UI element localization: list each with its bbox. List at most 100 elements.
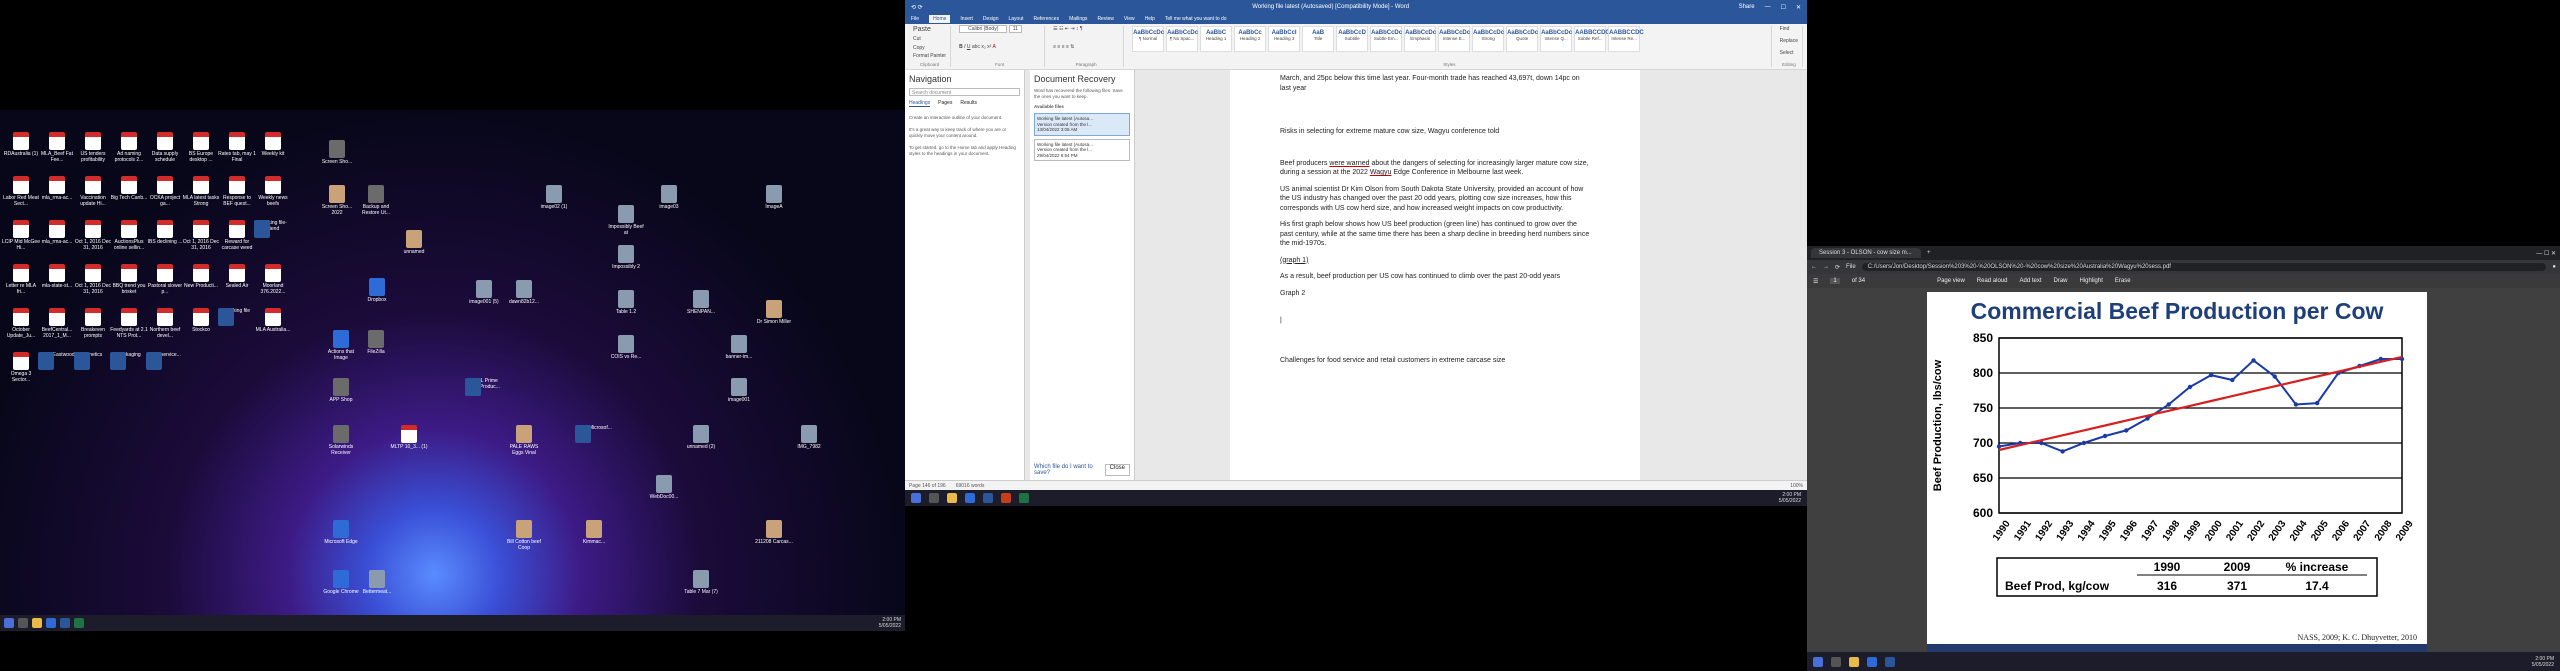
style-preset[interactable]: AaBbCc Heading 2: [1234, 26, 1267, 52]
paste-button[interactable]: Paste: [913, 26, 931, 33]
edge-icon[interactable]: [46, 618, 56, 628]
desktop-icon[interactable]: Backup and Restore Ut...: [357, 185, 395, 216]
desktop-icon[interactable]: Screen Sho...: [318, 140, 356, 165]
copy-button[interactable]: Copy: [913, 45, 946, 51]
desktop-icon[interactable]: Vaccination update Hi...: [74, 176, 112, 207]
desktop-icon[interactable]: unnamed: [395, 230, 433, 255]
style-preset[interactable]: AaBbCcD Subtitle: [1336, 26, 1369, 52]
desktop-icon[interactable]: Stockco: [182, 308, 220, 333]
desktop-icon[interactable]: Big Tech Canb...: [110, 176, 148, 201]
desktop-icon[interactable]: MLA Australia...: [254, 308, 292, 333]
desktop-icon[interactable]: Omega 3 Sector...: [2, 352, 40, 383]
desktop-icon[interactable]: Brent Eastwood: [38, 352, 76, 370]
align-buttons[interactable]: ≡ ≡ ≡ ≡ ⇅: [1053, 44, 1119, 50]
desktop-icon[interactable]: WebDoc00...: [645, 475, 683, 500]
left-clock[interactable]: 2:00 PM 5/05/2022: [879, 617, 901, 629]
minimize-icon[interactable]: —: [1765, 4, 1771, 11]
desktop-icon[interactable]: PALE RAWS Eggs Vinal: [505, 425, 543, 456]
desktop-icon[interactable]: Data supply schedule: [146, 132, 184, 163]
font-format-buttons[interactable]: B I U abc x₂ x² A: [959, 44, 1040, 50]
desktop-icon[interactable]: Microsoft Edge: [322, 520, 360, 545]
style-preset[interactable]: AaBbCcDc Strong: [1472, 26, 1504, 52]
desktop-icon[interactable]: Rates tab, may 1 Final: [218, 132, 256, 163]
style-preset[interactable]: AaBbCcDc ¶ No Spac...: [1166, 26, 1198, 52]
font-size-select[interactable]: 11: [1008, 25, 1022, 33]
desktop-icon[interactable]: IBS declining ...: [146, 220, 184, 245]
desktop-icon[interactable]: Table 7 Mar (7): [682, 570, 720, 595]
desktop-icon[interactable]: New Producti...: [182, 264, 220, 289]
desktop-icon[interactable]: Labor Red Meat Sect...: [2, 176, 40, 207]
desktop-icon[interactable]: Breakeven prompts: [74, 308, 112, 339]
profile-icon[interactable]: ●: [2552, 264, 2556, 270]
desktop-icon[interactable]: OCKA project ga...: [146, 176, 184, 207]
desktop-icon[interactable]: Reward for carcase weed: [218, 220, 256, 251]
ribbon-tab[interactable]: Mailings: [1069, 16, 1087, 22]
desktop-icon[interactable]: Impossibly 2: [607, 245, 645, 270]
desktop-icon[interactable]: Screen Sho... 2022: [318, 185, 356, 216]
middle-clock[interactable]: 2:00 PM 5/05/2022: [1779, 492, 1801, 504]
page-count[interactable]: Page 146 of 196: [909, 483, 946, 489]
ribbon-tab[interactable]: Design: [983, 16, 999, 22]
desktop-icon[interactable]: FileZilla: [357, 330, 395, 355]
style-preset[interactable]: AaBbCcDc Intense Q...: [1540, 26, 1572, 52]
find-button[interactable]: Find: [1780, 26, 1798, 32]
word-taskbar-icon[interactable]: [60, 618, 70, 628]
ribbon-tab[interactable]: Home: [929, 15, 951, 23]
desktop-icon[interactable]: Wool Microsof...: [575, 425, 613, 443]
recovery-close-button[interactable]: Close: [1104, 464, 1130, 476]
desktop-icon[interactable]: APP Shop: [322, 378, 360, 403]
style-preset[interactable]: AaBbCcDc Quote: [1506, 26, 1538, 52]
recovered-file[interactable]: Working file latest (Autosa... Version c…: [1034, 113, 1130, 136]
recovered-file[interactable]: Working file latest (Autosa... Version c…: [1034, 138, 1130, 161]
desktop-icon[interactable]: Weekly kit: [254, 132, 292, 157]
cut-button[interactable]: Cut: [913, 36, 946, 42]
search-icon[interactable]: [929, 493, 939, 503]
desktop-icon[interactable]: US tenders profitability: [74, 132, 112, 163]
browser-tab[interactable]: Session 3 - OLSON - cow size m...: [1811, 248, 1921, 258]
desktop-icon[interactable]: Feedyards at 2.1 NTS Prot...: [110, 308, 148, 339]
forward-icon[interactable]: →: [1823, 264, 1829, 270]
desktop-icon[interactable]: image001 (5): [465, 280, 503, 305]
desktop-icon[interactable]: Working file: [218, 308, 256, 326]
style-preset[interactable]: AaBbCcDc Subtle Em...: [1370, 26, 1402, 52]
desktop-icon[interactable]: mla-state-st...: [38, 264, 76, 289]
tab-headings[interactable]: Headings: [909, 100, 931, 107]
close-icon[interactable]: ✕: [1796, 4, 1801, 11]
ribbon-tab[interactable]: Insert: [960, 16, 973, 22]
desktop-icon[interactable]: Bettermeat...: [358, 570, 396, 595]
erase-button[interactable]: Erase: [2115, 278, 2131, 284]
desktop-icon[interactable]: Oct 1, 2016 Dec 31, 2016: [74, 220, 112, 251]
file-explorer-icon[interactable]: [947, 493, 957, 503]
desktop-icon[interactable]: Kimmac...: [575, 520, 613, 545]
desktop-icon[interactable]: Response to BEF quest...: [218, 176, 256, 207]
desktop-icon[interactable]: dawn82b12...: [505, 280, 543, 305]
style-preset[interactable]: AABBCCDC Subtle Ref...: [1574, 26, 1610, 52]
select-button[interactable]: Select: [1780, 50, 1798, 56]
desktop-icon[interactable]: Dr Simon Miller: [755, 300, 793, 325]
read-aloud-button[interactable]: Read aloud: [1977, 278, 2008, 284]
style-preset[interactable]: AaBbCcDc Intense E...: [1438, 26, 1470, 52]
back-icon[interactable]: ←: [1811, 264, 1817, 270]
page-number-input[interactable]: 1: [1830, 278, 1840, 284]
desktop-icon[interactable]: IMG_7982: [790, 425, 828, 450]
desktop-icon[interactable]: MLA_Beef Fat Fee...: [38, 132, 76, 163]
desktop-icon[interactable]: BBQ trend you brisket: [110, 264, 148, 295]
style-preset[interactable]: AaB Title: [1302, 26, 1335, 52]
desktop-icon[interactable]: COIS vs Re...: [607, 335, 645, 360]
ribbon-tab[interactable]: Tell me what you want to do: [1165, 16, 1227, 22]
desktop-icon[interactable]: Weekly news beefs: [254, 176, 292, 207]
word-taskbar-icon[interactable]: [983, 493, 993, 503]
address-bar[interactable]: C:/Users/Jon/Desktop/Session%203%20-%20O…: [1861, 263, 2547, 271]
ribbon-tab[interactable]: Review: [1097, 16, 1113, 22]
style-preset[interactable]: AaBbCcDc Emphasis: [1404, 26, 1436, 52]
desktop-icon[interactable]: AuctionsPlus online sellin...: [110, 220, 148, 251]
desktop-icon[interactable]: Pastoral slower p...: [146, 264, 184, 295]
desktop-icon[interactable]: Ad naming protocols 2...: [110, 132, 148, 163]
refresh-icon[interactable]: ⟳: [1835, 264, 1840, 271]
pdf-viewport[interactable]: Commercial Beef Production per Cow 600 65…: [1807, 288, 2560, 652]
desktop-icon[interactable]: Table 1.2: [607, 290, 645, 315]
new-tab-icon[interactable]: +: [1927, 250, 1931, 256]
right-clock[interactable]: 2:00 PM 5/05/2022: [2532, 656, 2554, 668]
desktop-icon[interactable]: mla_rma-ac...: [38, 176, 76, 201]
share-button[interactable]: Share: [1739, 4, 1755, 10]
